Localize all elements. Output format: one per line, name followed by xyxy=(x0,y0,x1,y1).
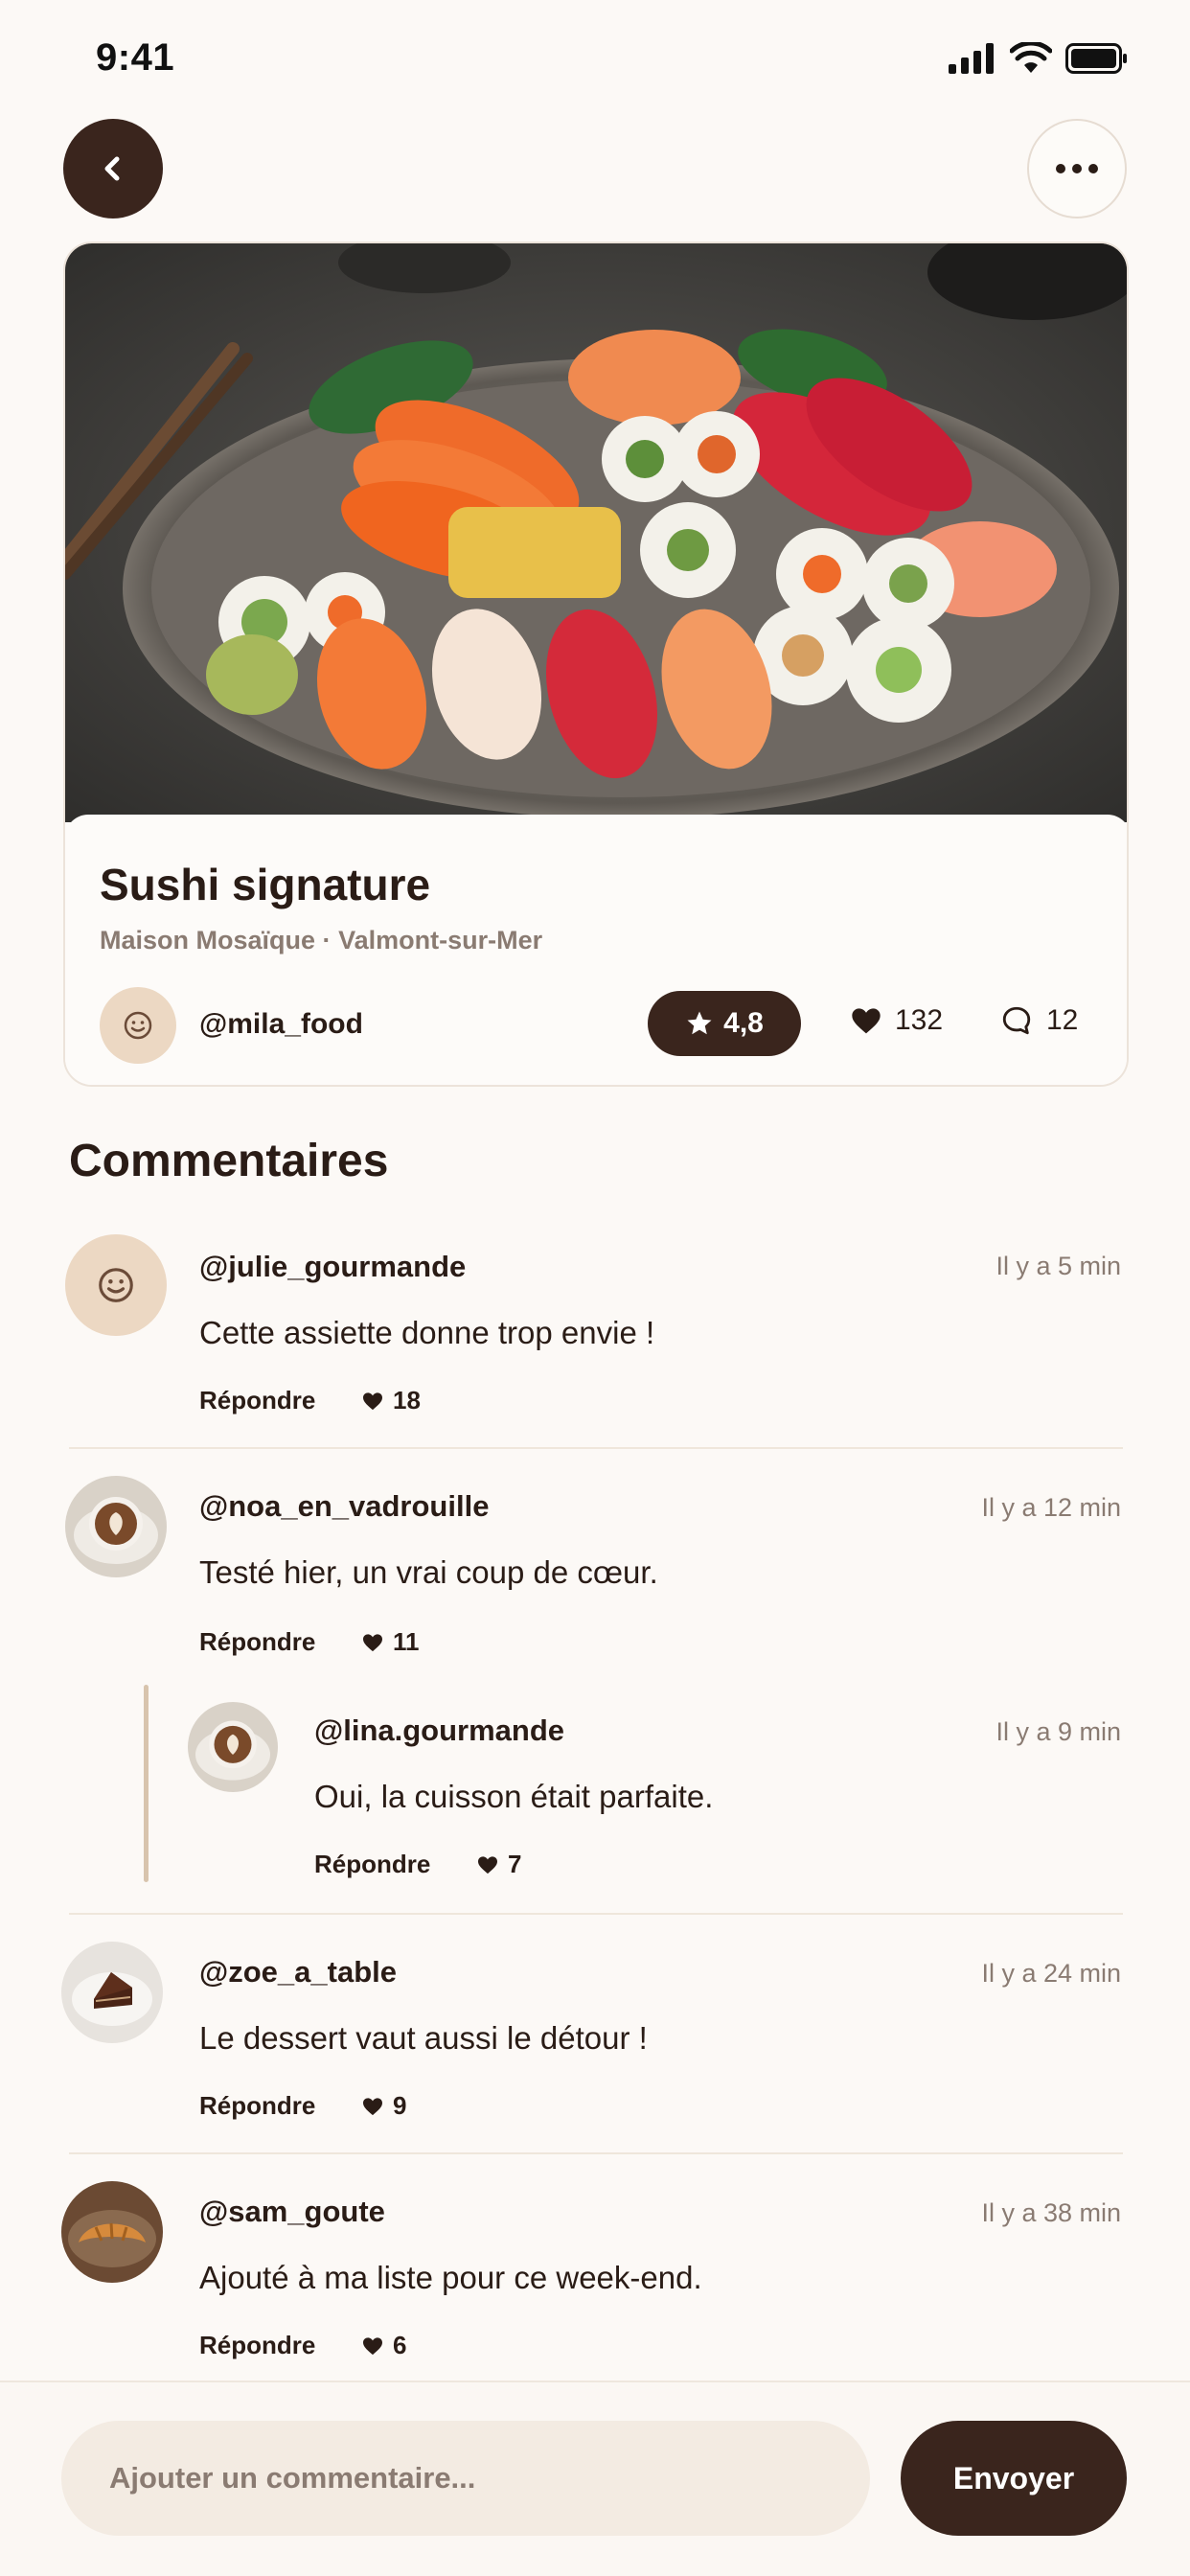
reply-text: Oui, la cuisson était parfaite. xyxy=(314,1779,714,1814)
post-details: Sushi signature Maison Mosaïque · Valmon… xyxy=(65,815,1127,1085)
heart-icon xyxy=(363,1633,382,1651)
comment-stat[interactable]: 12 xyxy=(1000,1004,1078,1037)
latte-avatar-icon xyxy=(188,1702,278,1792)
comment-text: Cette assiette donne trop envie ! xyxy=(199,1315,655,1350)
avatar[interactable] xyxy=(61,1942,163,2043)
avatar[interactable] xyxy=(65,1476,167,1577)
avatar[interactable] xyxy=(65,1234,167,1336)
comment-username[interactable]: @noa_en_vadrouille xyxy=(199,1489,489,1524)
avatar[interactable] xyxy=(188,1702,278,1792)
reply-button[interactable]: Répondre xyxy=(314,1850,430,1879)
comment-like-button[interactable]: 18 xyxy=(362,1386,421,1415)
signal-icon xyxy=(949,43,994,74)
comment-username[interactable]: @zoe_a_table xyxy=(199,1955,397,1990)
like-stat[interactable]: 132 xyxy=(851,1004,943,1037)
comment-like-button[interactable]: 11 xyxy=(362,1627,420,1657)
comment-bubble-icon xyxy=(1002,1006,1031,1035)
comment-like-count: 6 xyxy=(393,2331,407,2359)
comment-like-count: 18 xyxy=(393,1386,421,1414)
chevron-left-icon xyxy=(104,156,120,181)
comment-composer: Envoyer xyxy=(0,2380,1190,2576)
comment-text: Testé hier, un vrai coup de cœur. xyxy=(199,1554,658,1590)
heart-icon xyxy=(478,1855,497,1874)
divider xyxy=(69,2152,1123,2154)
comment-count: 12 xyxy=(1046,1004,1079,1036)
comment-text: Ajouté à ma liste pour ce week-end. xyxy=(199,2260,702,2295)
dish-location: Maison Mosaïque · Valmont-sur-Mer xyxy=(100,926,542,955)
restaurant-name[interactable]: Maison Mosaïque xyxy=(100,926,315,954)
cake-avatar-icon xyxy=(61,1942,163,2043)
comment-like-count: 9 xyxy=(393,2091,407,2120)
more-options-button[interactable] xyxy=(1027,119,1127,218)
rating-value: 4,8 xyxy=(723,1007,764,1039)
status-bar: 9:41 xyxy=(0,0,1190,115)
heart-icon xyxy=(363,2336,382,2355)
comment-username[interactable]: @sam_goute xyxy=(199,2195,385,2229)
reply-button[interactable]: Répondre xyxy=(199,2091,315,2121)
wifi-icon xyxy=(1010,42,1052,73)
ellipsis-icon xyxy=(1056,164,1098,173)
battery-icon xyxy=(1065,43,1127,74)
star-icon xyxy=(687,1011,712,1035)
divider xyxy=(69,1913,1123,1915)
comment-time: Il y a 38 min xyxy=(981,2198,1121,2227)
rating-badge: 4,8 xyxy=(648,991,801,1056)
dish-photo xyxy=(65,243,1127,822)
comment-username[interactable]: @julie_gourmande xyxy=(199,1250,466,1284)
comment-like-count: 7 xyxy=(508,1850,522,1878)
avatar[interactable] xyxy=(61,2181,163,2283)
reply-username[interactable]: @lina.gourmande xyxy=(314,1714,564,1748)
heart-icon xyxy=(363,1392,382,1410)
reply-time: Il y a 9 min xyxy=(995,1717,1121,1746)
heart-icon xyxy=(363,2097,382,2115)
status-icons xyxy=(949,42,1129,75)
city-name: Valmont-sur-Mer xyxy=(338,926,543,954)
author-avatar[interactable] xyxy=(100,987,176,1064)
comment-like-button[interactable]: 9 xyxy=(362,2091,406,2121)
smiley-icon xyxy=(99,1268,133,1302)
comment-input[interactable] xyxy=(61,2421,870,2536)
croissant-avatar-icon xyxy=(61,2181,163,2283)
dish-title: Sushi signature xyxy=(100,860,431,909)
comment-like-button[interactable]: 7 xyxy=(477,1850,521,1879)
status-time: 9:41 xyxy=(96,36,175,79)
post-card: Sushi signature Maison Mosaïque · Valmon… xyxy=(63,242,1129,1087)
reply-button[interactable]: Répondre xyxy=(199,2331,315,2360)
comment-like-button[interactable]: 6 xyxy=(362,2331,406,2360)
back-button[interactable] xyxy=(63,119,163,218)
send-button[interactable]: Envoyer xyxy=(901,2421,1127,2536)
comment-time: Il y a 5 min xyxy=(995,1252,1121,1280)
comment-time: Il y a 24 min xyxy=(981,1959,1121,1988)
separator-dot: · xyxy=(322,926,332,954)
heart-icon xyxy=(852,1008,881,1034)
comment-like-count: 11 xyxy=(393,1627,420,1656)
author-username[interactable]: @mila_food xyxy=(199,1008,363,1041)
like-count: 132 xyxy=(895,1004,944,1036)
comment-text: Le dessert vaut aussi le détour ! xyxy=(199,2020,648,2056)
comment-time: Il y a 12 min xyxy=(981,1493,1121,1522)
reply-thread-line xyxy=(144,1685,149,1882)
divider xyxy=(69,1447,1123,1449)
smiley-icon xyxy=(124,1011,152,1040)
latte-avatar-icon xyxy=(65,1476,167,1577)
reply-button[interactable]: Répondre xyxy=(199,1627,315,1657)
reply-button[interactable]: Répondre xyxy=(199,1386,315,1415)
comments-heading: Commentaires xyxy=(69,1136,389,1186)
